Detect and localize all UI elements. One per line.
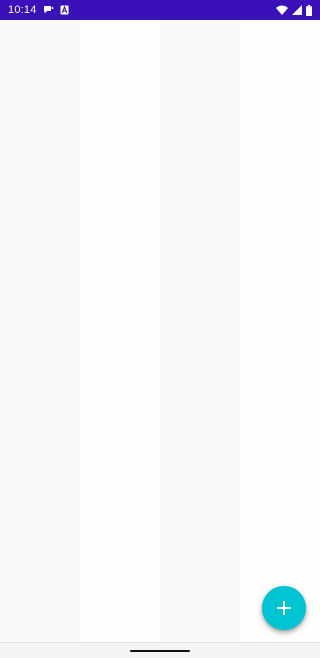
a-notification-icon <box>60 5 69 15</box>
signal-icon <box>292 5 302 15</box>
navigation-bar <box>0 642 320 658</box>
app-screen: 10:14 <box>0 0 320 658</box>
chat-notification-icon <box>43 5 54 15</box>
status-right-group <box>276 4 312 16</box>
battery-icon <box>306 4 312 16</box>
status-bar: 10:14 <box>0 0 320 20</box>
wifi-icon <box>276 5 288 15</box>
status-left-group: 10:14 <box>8 4 69 16</box>
empty-content-area <box>0 20 320 642</box>
home-gesture-handle[interactable] <box>130 650 190 652</box>
plus-icon <box>277 601 291 615</box>
status-time: 10:14 <box>8 4 37 16</box>
add-button[interactable] <box>262 586 306 630</box>
